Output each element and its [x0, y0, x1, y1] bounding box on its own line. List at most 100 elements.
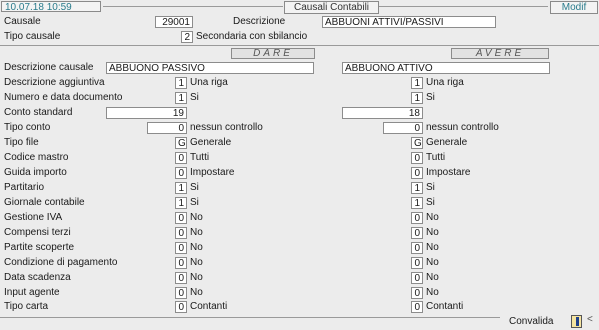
dare-value-desc: Contanti: [190, 301, 228, 312]
dare-value-field[interactable]: 19: [106, 107, 187, 119]
avere-value-field[interactable]: 0: [411, 212, 423, 224]
field-label: Descrizione aggiuntiva: [4, 77, 105, 88]
convalida-button[interactable]: [571, 315, 582, 328]
divider: [103, 6, 283, 7]
avere-value-desc: No: [426, 212, 439, 223]
mode-indicator: Modif: [550, 1, 598, 14]
field-label: Numero e data documento: [4, 92, 123, 103]
dare-value-field[interactable]: 0: [175, 272, 187, 284]
dare-value-field[interactable]: 0: [175, 257, 187, 269]
dare-value-field[interactable]: 0: [175, 167, 187, 179]
avere-value-field[interactable]: 0: [411, 257, 423, 269]
field-label: Gestione IVA: [4, 212, 63, 223]
avere-value-field[interactable]: 1: [411, 197, 423, 209]
back-arrow-icon[interactable]: <: [587, 314, 593, 325]
divider: [379, 6, 548, 7]
dare-value-desc: Impostare: [190, 167, 235, 178]
causale-label: Causale: [4, 16, 41, 27]
field-label: Conto standard: [4, 107, 73, 118]
avere-value-field[interactable]: 0: [411, 167, 423, 179]
field-label: Partite scoperte: [4, 242, 75, 253]
dare-value-desc: No: [190, 212, 203, 223]
avere-value-desc: Impostare: [426, 167, 471, 178]
field-label: Descrizione causale: [4, 62, 94, 73]
avere-value-desc: Una riga: [426, 77, 464, 88]
avere-value-desc: No: [426, 272, 439, 283]
avere-header: AVERE: [451, 48, 549, 59]
dare-value-desc: nessun controllo: [190, 122, 263, 133]
avere-value-field[interactable]: 1: [411, 77, 423, 89]
avere-value-field[interactable]: 1: [411, 182, 423, 194]
window-title: Causali Contabili: [284, 1, 379, 14]
field-label: Tipo file: [4, 137, 39, 148]
avere-value-field[interactable]: 0: [411, 227, 423, 239]
field-label: Partitario: [4, 182, 45, 193]
dare-value-field[interactable]: 1: [175, 92, 187, 104]
avere-value-desc: No: [426, 287, 439, 298]
avere-value-field[interactable]: 0: [411, 301, 423, 313]
dare-value-field[interactable]: 0: [175, 287, 187, 299]
avere-value-desc: Generale: [426, 137, 468, 148]
dare-value-desc: No: [190, 287, 203, 298]
dare-value-field[interactable]: 0: [175, 227, 187, 239]
avere-value-field[interactable]: 0: [411, 242, 423, 254]
avere-value-desc: No: [426, 242, 439, 253]
divider: [0, 45, 599, 46]
avere-value-desc: Tutti: [426, 152, 446, 163]
avere-value-desc: No: [426, 257, 439, 268]
avere-value-field[interactable]: 0: [411, 272, 423, 284]
avere-value-desc: Contanti: [426, 301, 464, 312]
dare-value-field[interactable]: 1: [175, 77, 187, 89]
field-label: Tipo carta: [4, 301, 49, 312]
avere-value-desc: Si: [426, 197, 435, 208]
dare-value-field[interactable]: 1: [175, 197, 187, 209]
field-label: Guida importo: [4, 167, 67, 178]
divider: [0, 317, 500, 318]
dare-value-field[interactable]: ABBUONO PASSIVO: [106, 62, 314, 74]
tipo-causale-field[interactable]: 2: [181, 31, 193, 43]
field-label: Compensi terzi: [4, 227, 71, 238]
avere-value-field[interactable]: G: [411, 137, 423, 149]
dare-value-field[interactable]: 1: [175, 182, 187, 194]
field-label: Input agente: [4, 287, 60, 298]
dare-value-desc: No: [190, 242, 203, 253]
dare-value-desc: No: [190, 257, 203, 268]
dare-value-field[interactable]: 0: [175, 242, 187, 254]
dare-value-desc: Si: [190, 182, 199, 193]
dare-value-field[interactable]: 0: [175, 301, 187, 313]
dare-value-field[interactable]: 0: [147, 122, 187, 134]
tipo-causale-desc: Secondaria con sbilancio: [196, 31, 308, 42]
avere-value-desc: Si: [426, 182, 435, 193]
avere-value-field[interactable]: 1: [411, 92, 423, 104]
field-label: Tipo conto: [4, 122, 51, 133]
dare-value-desc: Generale: [190, 137, 232, 148]
descrizione-field[interactable]: ABBUONI ATTIVI/PASSIVI: [322, 16, 496, 28]
avere-value-field[interactable]: 18: [342, 107, 423, 119]
dare-header: DARE: [231, 48, 315, 59]
avere-value-field[interactable]: 0: [411, 287, 423, 299]
field-label: Condizione di pagamento: [4, 257, 118, 268]
field-label: Giornale contabile: [4, 197, 85, 208]
avere-value-field[interactable]: 0: [411, 152, 423, 164]
dare-value-field[interactable]: 0: [175, 152, 187, 164]
descrizione-label: Descrizione: [233, 16, 286, 27]
field-label: Data scadenza: [4, 272, 71, 283]
field-label: Codice mastro: [4, 152, 69, 163]
dare-value-field[interactable]: 0: [175, 212, 187, 224]
datetime-display: 10.07.18 10:59: [1, 1, 101, 13]
dare-value-desc: Una riga: [190, 77, 228, 88]
dare-value-desc: Si: [190, 92, 199, 103]
convalida-label: Convalida: [509, 316, 554, 327]
dare-value-desc: No: [190, 272, 203, 283]
dare-value-desc: Si: [190, 197, 199, 208]
avere-value-desc: No: [426, 227, 439, 238]
dare-value-desc: No: [190, 227, 203, 238]
avere-value-field[interactable]: 0: [383, 122, 423, 134]
avere-value-desc: Si: [426, 92, 435, 103]
dare-value-field[interactable]: G: [175, 137, 187, 149]
avere-value-field[interactable]: ABBUONO ATTIVO: [342, 62, 550, 74]
tipo-causale-label: Tipo causale: [4, 31, 61, 42]
dare-value-desc: Tutti: [190, 152, 210, 163]
causale-code-field[interactable]: 29001: [155, 16, 193, 28]
avere-value-desc: nessun controllo: [426, 122, 499, 133]
